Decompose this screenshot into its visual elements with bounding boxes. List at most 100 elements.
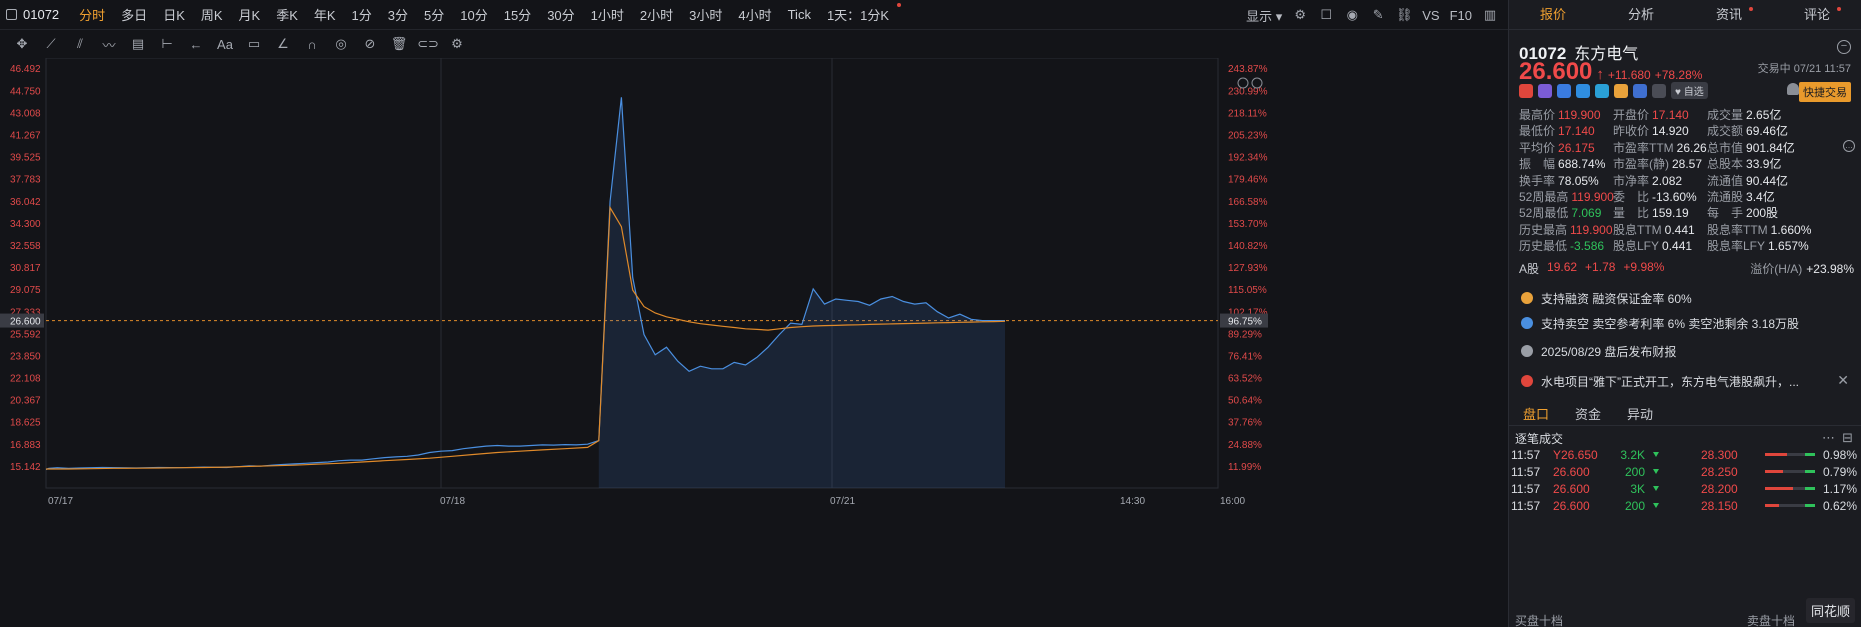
arrow-left-icon[interactable]: ← [188, 36, 204, 52]
stat-item: 股息LFY 0.441 [1613, 239, 1707, 254]
bottom-tab[interactable]: 资金 [1575, 404, 1601, 425]
trade-t: 11:57 [1511, 498, 1541, 513]
premium-label: 溢价(H/A) [1750, 262, 1803, 276]
stat-item: 市盈率(静) 28.57 [1613, 157, 1707, 172]
timeframe-tab[interactable]: 周K [193, 5, 231, 24]
stock-code-selector[interactable]: 01072 [0, 7, 59, 22]
timeframe-tab[interactable]: 分时 [71, 5, 113, 24]
hk-icon[interactable] [1519, 83, 1533, 98]
camera-icon[interactable]: ◉ [1344, 7, 1360, 23]
dividend-icon[interactable] [1614, 83, 1628, 98]
notice-item[interactable]: 2025/08/29 盘后发布财报 [1513, 338, 1858, 364]
timeframe-tab[interactable]: 多日 [113, 5, 155, 24]
stat-label: 平均价 [1519, 140, 1556, 155]
right-tab[interactable]: 资讯 [1685, 0, 1773, 29]
right-tab[interactable]: 评论 [1773, 0, 1861, 29]
settings-icon[interactable]: ⚙ [1292, 7, 1308, 23]
timeframe-tab[interactable]: 季K [268, 5, 306, 24]
stat-label: 量 比 [1613, 206, 1650, 221]
trade-row: 11:57 Y26.650 3.2K [1511, 446, 1671, 463]
channel-icon[interactable]: ⫽ [72, 36, 88, 52]
hide-icon[interactable]: ⊘ [362, 36, 378, 52]
timeframe-tab[interactable]: 10分 [452, 5, 495, 24]
index-icon[interactable] [1557, 83, 1571, 98]
timeframe-tab[interactable]: 15分 [496, 5, 539, 24]
trade-t: 11:57 [1511, 481, 1541, 496]
link-icon[interactable]: ⛓ [1396, 7, 1413, 23]
y-price-tick: 32.558 [10, 241, 41, 252]
intraday-chart[interactable]: 46.492 243.87% 44.750 230.99% 43.008 218.11% 4… [0, 58, 1508, 627]
trendline-icon[interactable]: ⟋ [43, 36, 59, 52]
timeframe-tab[interactable]: 3分 [380, 5, 416, 24]
stat-item: 开盘价 17.140 [1613, 108, 1707, 123]
watchlist-button[interactable]: ♥ 自选 [1671, 82, 1708, 99]
timeframe-tab[interactable]: 5分 [416, 5, 452, 24]
eye-icon[interactable]: ◎ [333, 36, 349, 52]
depth-bar [1765, 453, 1815, 456]
display-menu[interactable]: 显示 ▾ [1246, 6, 1282, 25]
vs-button[interactable]: VS [1422, 8, 1439, 23]
y-price-tick: 41.267 [10, 131, 41, 142]
pen-icon[interactable]: ✎ [1370, 7, 1386, 23]
more-dots-icon[interactable]: ⋯ [1822, 430, 1835, 446]
comment-icon[interactable]: ▭ [246, 36, 262, 52]
stat-label: 最高价 [1519, 108, 1556, 122]
minus-icon[interactable]: − [1837, 40, 1851, 54]
depth-price: 28.150 [1701, 498, 1738, 513]
tag-icon[interactable] [1633, 83, 1647, 98]
text-icon[interactable]: Aa [217, 36, 233, 52]
bottom-tab[interactable]: 盘口 [1523, 404, 1549, 425]
notice-icon [1521, 317, 1533, 329]
timeframe-tab[interactable]: 2小时 [632, 5, 681, 24]
timeframe-tab[interactable]: 1天：1分K [819, 3, 903, 24]
y-price-tick: 26.600 [10, 317, 41, 328]
notice-item[interactable]: 支持卖空 卖空参考利率 6% 卖空池剩余 3.18万股 [1513, 310, 1858, 336]
notice-item[interactable]: 支持融资 融资保证金率 60% [1513, 285, 1858, 311]
stat-label: 股息率TTM [1707, 222, 1768, 237]
more-icon[interactable]: … [1843, 140, 1855, 152]
app-logo: 同花顺 [1805, 598, 1855, 623]
collapse-icon[interactable]: ⊟ [1842, 430, 1853, 446]
stat-item: 换手率 78.05% [1519, 174, 1613, 189]
notice-item[interactable]: 水电项目“雅下”正式开工，东方电气港股飙升，... [1513, 368, 1858, 394]
checkbox-icon[interactable]: ☐ [1318, 7, 1334, 23]
magnet-icon[interactable]: ∩ [304, 36, 320, 52]
timeframe-tab[interactable]: 月K [231, 5, 269, 24]
timeframe-tab[interactable]: 3小时 [681, 5, 730, 24]
timeframe-tab[interactable]: 1小时 [583, 5, 632, 24]
stock-code: 01072 [23, 7, 60, 22]
lock-icon[interactable]: ⊂⊃ [417, 36, 439, 52]
fast-trade-button[interactable]: 快捷交易 [1799, 82, 1851, 102]
timeframe-tab[interactable]: 30分 [539, 5, 582, 24]
wave-icon[interactable]: 〰 [101, 36, 117, 53]
depth-row: 28.250 0.79% [1701, 463, 1861, 480]
right-tab[interactable]: 报价 [1509, 0, 1597, 29]
timeframe-tab[interactable]: 4小时 [730, 5, 779, 24]
right-tab[interactable]: 分析 [1597, 0, 1685, 29]
timeframe-tab[interactable]: 日K [155, 5, 193, 24]
bell-icon[interactable] [1787, 83, 1799, 95]
f10-button[interactable]: F10 [1450, 8, 1472, 23]
short-icon[interactable] [1595, 83, 1609, 98]
eraser-icon[interactable]: ∠ [275, 36, 291, 52]
range-icon[interactable]: ⊢ [159, 36, 175, 52]
timeframe-tab[interactable]: Tick [780, 7, 819, 22]
margin-icon[interactable] [1576, 83, 1590, 98]
bottom-tab[interactable]: 异动 [1627, 404, 1653, 425]
doc-icon[interactable] [1652, 83, 1666, 98]
timeframe-tab[interactable]: 年K [306, 5, 344, 24]
stat-value: 3.4亿 [1746, 190, 1775, 205]
stat-value: 119.900 [1558, 108, 1601, 122]
watchlist-label: 自选 [1683, 87, 1704, 98]
stat-value: 119.900 [1570, 222, 1613, 237]
connect-icon[interactable] [1538, 83, 1552, 98]
square-icon [6, 9, 17, 20]
close-icon[interactable]: ✕ [1837, 372, 1849, 389]
gear-icon[interactable]: ⚙ [449, 36, 465, 52]
collapse-panel-icon[interactable]: ▥ [1482, 7, 1498, 23]
move-icon[interactable]: ✥ [14, 36, 30, 52]
trash-icon[interactable]: 🗑 [391, 36, 408, 52]
fib-icon[interactable]: ▤ [130, 36, 146, 52]
timeframe-tab[interactable]: 1分 [344, 5, 380, 24]
stat-item: 流通股 3.4亿 [1707, 190, 1837, 205]
